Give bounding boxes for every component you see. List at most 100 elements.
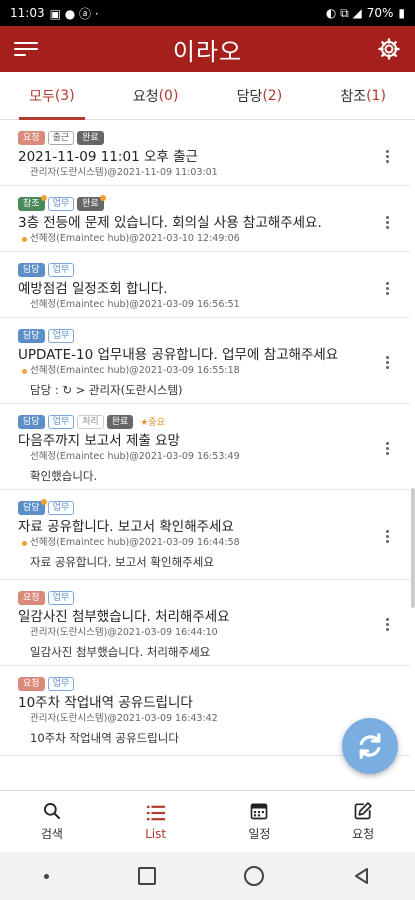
nav-label: 요청: [352, 827, 375, 841]
nav-label: List: [145, 826, 167, 841]
item-title: 예방점검 일정조회 합니다.: [18, 281, 168, 297]
badge-out: 출근: [47, 130, 75, 145]
badge-row: 요청 출근 완료: [18, 130, 380, 145]
tab-count: (1): [366, 87, 386, 104]
item-body: 10주차 작업내역 공유드립니다: [30, 731, 179, 745]
tab-reference[interactable]: 참조 (1): [311, 72, 415, 119]
nav-search[interactable]: 검색: [0, 791, 104, 852]
unread-dot: [40, 194, 47, 201]
more-options-icon[interactable]: [386, 280, 390, 297]
back-button[interactable]: [353, 867, 371, 885]
badge-row: 담당 업무: [18, 328, 380, 343]
new-dot: [22, 369, 27, 374]
important-label: 중요: [148, 418, 165, 428]
unread-dot: [40, 498, 47, 505]
badge-row: 참조 업무 완료: [18, 194, 380, 211]
badge-done: 완료: [77, 194, 106, 211]
item-title: 3층 전등에 문제 있습니다. 회의실 사용 참고해주세요.: [18, 215, 322, 231]
badge-row: 담당 업무: [18, 262, 380, 277]
refresh-button[interactable]: [342, 718, 398, 774]
system-nav-bar: [0, 852, 415, 900]
more-options-icon[interactable]: [386, 148, 390, 165]
list-item[interactable]: 담당 업무 처리 완료 ★중요 다음주까지 보고서 제출 요망 선혜정(Emai…: [0, 404, 410, 490]
badge-request: 요청: [18, 590, 45, 605]
task-list: 요청 출근 완료 2021-11-09 11:01 오후 출근 관리자(도란시스…: [0, 120, 410, 788]
tab-all[interactable]: 모두 (3): [0, 72, 104, 120]
important-flag: ★중요: [140, 418, 165, 428]
list-item[interactable]: 담당 업무 예방점검 일정조회 합니다. 선혜정(Emaintec hub)@2…: [0, 252, 410, 318]
badge-label: 참조: [23, 198, 40, 209]
tab-owner[interactable]: 담당 (2): [208, 72, 312, 119]
nav-label: 일정: [248, 827, 271, 841]
list-item[interactable]: 요청 업무 일감사진 첨부했습니다. 처리해주세요 관리자(도란시스템)@202…: [0, 580, 410, 666]
badge-label: 완료: [82, 198, 99, 209]
home-button[interactable]: [244, 866, 265, 886]
more-options-icon[interactable]: [386, 440, 390, 457]
item-body: 일감사진 첨부했습니다. 처리해주세요: [30, 645, 211, 659]
badge-process: 처리: [77, 414, 104, 429]
item-title: UPDATE-10 업무내용 공유합니다. 업무에 참고해주세요: [18, 347, 339, 363]
item-meta: 선혜정(Emaintec hub)@2021-03-09 16:53:49: [30, 451, 240, 462]
unread-dot: [99, 194, 106, 201]
item-title: 일감사진 첨부했습니다. 처리해주세요: [18, 609, 230, 625]
item-meta: 선혜정(Emaintec hub)@2021-03-10 12:49:06: [22, 232, 380, 246]
tab-count: (2): [262, 87, 283, 104]
list-icon: [146, 805, 165, 820]
recents-button[interactable]: [137, 867, 156, 885]
list-item[interactable]: 참조 업무 완료 3층 전등에 문제 있습니다. 회의실 사용 참고해주세요. …: [0, 186, 410, 252]
more-options-icon[interactable]: [386, 616, 390, 633]
nav-list[interactable]: List: [104, 791, 208, 852]
badge-request: 요청: [18, 676, 45, 691]
nav-request[interactable]: 요청: [311, 791, 415, 852]
menu-icon[interactable]: [14, 38, 38, 60]
battery-icon: ▮: [398, 6, 405, 20]
badge-label: 담당: [23, 502, 40, 513]
status-time: 11:03: [10, 6, 45, 20]
edge-panel-handle[interactable]: [411, 488, 415, 608]
badge-owner: 담당: [18, 262, 45, 277]
calendar-icon: [251, 803, 268, 820]
badge-done: 완료: [77, 130, 104, 145]
new-dot: [22, 237, 27, 242]
list-item[interactable]: 담당 업무 자료 공유합니다. 보고서 확인해주세요 선혜정(Emaintec …: [0, 490, 410, 580]
recent-dot-icon: [44, 873, 50, 879]
status-bar: 11:03 ▣ ● ⓐ · ◐ ⧉ ◢ 70% ▮: [0, 0, 415, 26]
item-body: 확인했습니다.: [30, 469, 98, 483]
more-options-icon[interactable]: [386, 528, 390, 545]
badge-owner: 담당: [18, 328, 45, 343]
settings-icon[interactable]: [377, 37, 401, 61]
badge-reference: 참조: [18, 194, 47, 211]
tab-label: 참조: [340, 88, 367, 105]
badge-work: 업무: [47, 262, 75, 277]
badge-work: 업무: [47, 500, 75, 515]
badge-work: 업무: [47, 414, 75, 429]
tab-count: (3): [54, 87, 75, 104]
more-options-icon[interactable]: [386, 354, 390, 371]
item-meta: 선혜정(Emaintec hub)@2021-03-09 16:44:58: [22, 536, 380, 550]
tab-count: (0): [158, 87, 179, 104]
badge-done: 완료: [106, 414, 134, 429]
badge-row: 담당 업무 처리 완료 ★중요: [18, 414, 380, 429]
more-options-icon[interactable]: [386, 214, 390, 231]
item-body: 자료 공유합니다. 보고서 확인해주세요: [30, 555, 214, 569]
notification-icons: ▣ ● ⓐ ·: [49, 6, 99, 21]
tab-request[interactable]: 요청 (0): [104, 72, 208, 119]
badge-row: 담당 업무: [18, 498, 380, 515]
tab-label: 담당: [236, 88, 263, 105]
nav-schedule[interactable]: 일정: [208, 791, 312, 852]
badge-work: 업무: [47, 196, 75, 211]
badge-work: 업무: [47, 676, 75, 691]
meta-text: 선혜정(Emaintec hub)@2021-03-09 16:44:58: [30, 537, 240, 548]
list-item[interactable]: 담당 업무 UPDATE-10 업무내용 공유합니다. 업무에 참고해주세요 선…: [0, 318, 410, 404]
new-dot: [22, 541, 27, 546]
bottom-nav: 검색 List 일정 요청: [0, 790, 415, 852]
tab-label: 요청: [132, 88, 159, 105]
badge-request: 요청: [18, 130, 45, 145]
item-meta: 선혜정(Emaintec hub)@2021-03-09 16:56:51: [30, 299, 240, 310]
list-item[interactable]: 요청 출근 완료 2021-11-09 11:01 오후 출근 관리자(도란시스…: [0, 120, 410, 186]
item-title: 2021-11-09 11:01 오후 출근: [18, 149, 198, 165]
badge-row: 요청 업무: [18, 676, 380, 691]
signal-icons: ◐ ⧉ ◢: [325, 5, 362, 20]
app-bar: 이라오: [0, 26, 415, 72]
item-title: 다음주까지 보고서 제출 요망: [18, 433, 180, 449]
